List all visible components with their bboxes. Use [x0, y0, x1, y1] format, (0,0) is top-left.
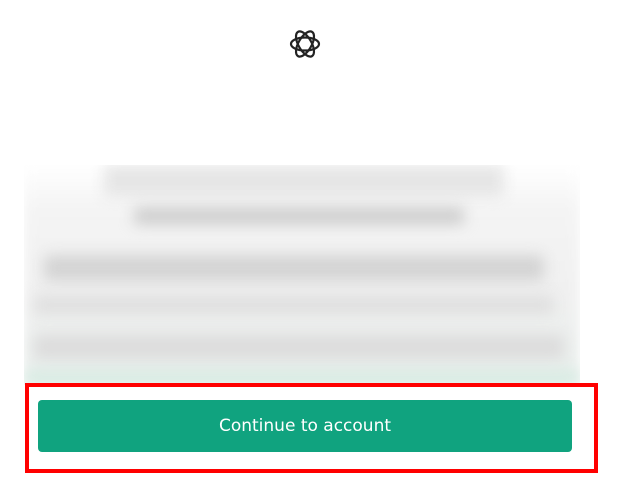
blurred-content — [24, 165, 580, 385]
blurred-text-line — [44, 255, 544, 281]
continue-to-account-button[interactable]: Continue to account — [38, 400, 572, 452]
blurred-text-line — [34, 295, 554, 315]
blurred-subheading — [134, 207, 464, 225]
openai-logo-icon-graphic — [289, 30, 321, 58]
blurred-text-line — [34, 335, 564, 359]
openai-logo-icon — [287, 26, 323, 62]
blurred-heading — [104, 165, 504, 197]
